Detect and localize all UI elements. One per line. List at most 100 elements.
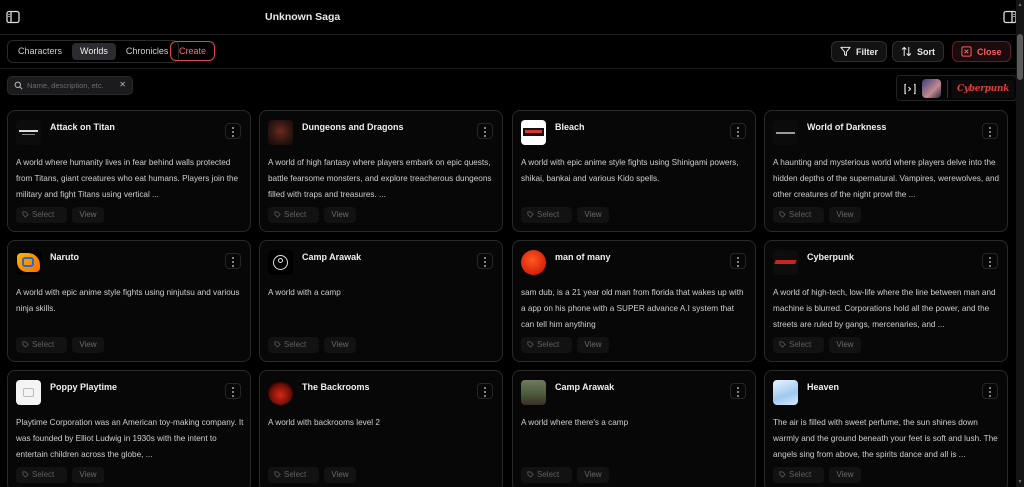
view-button[interactable]: View (72, 467, 104, 483)
world-card[interactable]: Camp Arawak A world where there's a camp S… (512, 370, 756, 487)
view-button[interactable]: View (72, 207, 104, 223)
clear-search-icon[interactable]: ✕ (119, 80, 126, 89)
filter-label: Filter (856, 46, 879, 57)
select-button[interactable]: Select (521, 207, 572, 223)
select-icon (22, 341, 29, 348)
scrollbar[interactable]: ▲ ▼ (1016, 0, 1024, 487)
select-button[interactable]: Select (773, 337, 824, 353)
world-thumbnail (16, 120, 41, 145)
select-button[interactable]: Select (16, 337, 67, 353)
view-button[interactable]: View (829, 207, 861, 223)
view-button[interactable]: View (324, 467, 356, 483)
create-button[interactable]: Create (170, 41, 215, 61)
brand-box: Cyberpunk (896, 75, 1017, 101)
world-card[interactable]: Bleach A world with epic anime style figh… (512, 110, 756, 232)
view-button[interactable]: View (829, 467, 861, 483)
world-title: Naruto (50, 252, 79, 262)
view-button[interactable]: View (324, 207, 356, 223)
tab-chronicles[interactable]: Chronicles (118, 43, 177, 60)
more-options-icon[interactable] (477, 253, 493, 269)
world-title: Bleach (555, 122, 585, 132)
world-card[interactable]: Attack on Titan A world where humanity li… (7, 110, 251, 232)
select-label: Select (789, 340, 812, 349)
avatar[interactable] (922, 79, 941, 98)
toggle-right-sidebar-icon[interactable] (1003, 10, 1017, 24)
select-label: Select (32, 210, 55, 219)
world-card[interactable]: Cyberpunk A world of high-tech, low-life … (764, 240, 1008, 362)
view-button[interactable]: View (829, 337, 861, 353)
more-options-icon[interactable] (225, 123, 241, 139)
world-title: The Backrooms (302, 382, 370, 392)
toggle-left-sidebar-icon[interactable] (6, 10, 20, 24)
select-button[interactable]: Select (268, 207, 319, 223)
world-card[interactable]: Naruto A world with epic anime style figh… (7, 240, 251, 362)
cyberpunk-logo[interactable]: Cyberpunk (952, 80, 1014, 98)
more-options-icon[interactable] (730, 123, 746, 139)
tab-characters[interactable]: Characters (10, 43, 70, 60)
view-button[interactable]: View (577, 337, 609, 353)
world-thumbnail (773, 250, 798, 275)
select-button[interactable]: Select (16, 467, 67, 483)
select-label: Select (789, 210, 812, 219)
world-card[interactable]: man of many sam dub, is a 21 year old man… (512, 240, 756, 362)
search-icon (14, 81, 23, 90)
more-options-icon[interactable] (982, 123, 998, 139)
sort-label: Sort (917, 46, 935, 57)
sort-button[interactable]: Sort (892, 41, 944, 62)
scroll-up-icon[interactable]: ▲ (1017, 2, 1023, 8)
scroll-down-icon[interactable]: ▼ (1017, 479, 1023, 485)
select-button[interactable]: Select (773, 467, 824, 483)
world-card[interactable]: World of Darkness A haunting and mysterio… (764, 110, 1008, 232)
more-options-icon[interactable] (477, 383, 493, 399)
select-icon (779, 211, 786, 218)
select-label: Select (284, 210, 307, 219)
more-options-icon[interactable] (225, 253, 241, 269)
world-description: sam dub, is a 21 year old man from flori… (521, 288, 744, 329)
world-title: Camp Arawak (302, 252, 362, 262)
select-label: Select (284, 340, 307, 349)
select-icon (527, 211, 534, 218)
world-card[interactable]: Dungeons and Dragons A world of high fant… (259, 110, 503, 232)
tab-worlds[interactable]: Worlds (72, 43, 116, 60)
world-card[interactable]: Poppy Playtime Playtime Corporation was a… (7, 370, 251, 487)
world-card[interactable]: The Backrooms A world with backrooms leve… (259, 370, 503, 487)
world-description: A world of high fantasy where players em… (268, 158, 492, 199)
search-box: ✕ (7, 76, 133, 95)
filter-button[interactable]: Filter (831, 41, 888, 62)
top-bar: Unknown Saga (0, 0, 1017, 35)
select-label: Select (537, 340, 560, 349)
world-description: A world where there's a camp (521, 418, 629, 427)
select-button[interactable]: Select (268, 467, 319, 483)
scrollbar-thumb[interactable] (1017, 34, 1023, 80)
world-thumbnail (773, 120, 798, 145)
world-card[interactable]: Heaven The air is filled with sweet perfu… (764, 370, 1008, 487)
select-button[interactable]: Select (16, 207, 67, 223)
view-button[interactable]: View (72, 337, 104, 353)
view-button[interactable]: View (577, 207, 609, 223)
sort-arrows-icon (901, 46, 912, 57)
more-options-icon[interactable] (982, 253, 998, 269)
more-options-icon[interactable] (477, 123, 493, 139)
code-brackets-icon[interactable] (903, 82, 917, 96)
more-options-icon[interactable] (982, 383, 998, 399)
world-thumbnail (16, 250, 41, 275)
more-options-icon[interactable] (225, 383, 241, 399)
view-button[interactable]: View (324, 337, 356, 353)
select-button[interactable]: Select (521, 337, 572, 353)
select-label: Select (32, 340, 55, 349)
world-description: A world where humanity lives in fear beh… (16, 158, 239, 199)
close-button[interactable]: Close (952, 41, 1011, 62)
select-label: Select (537, 470, 560, 479)
world-thumbnail (521, 250, 546, 275)
world-description: A haunting and mysterious world where pl… (773, 158, 1000, 199)
select-button[interactable]: Select (521, 467, 572, 483)
search-input[interactable] (27, 79, 119, 92)
world-title: Attack on Titan (50, 122, 115, 132)
world-card[interactable]: Camp Arawak A world with a camp Select View (259, 240, 503, 362)
more-options-icon[interactable] (730, 383, 746, 399)
select-button[interactable]: Select (773, 207, 824, 223)
select-button[interactable]: Select (268, 337, 319, 353)
more-options-icon[interactable] (730, 253, 746, 269)
view-button[interactable]: View (577, 467, 609, 483)
world-title: Heaven (807, 382, 840, 392)
